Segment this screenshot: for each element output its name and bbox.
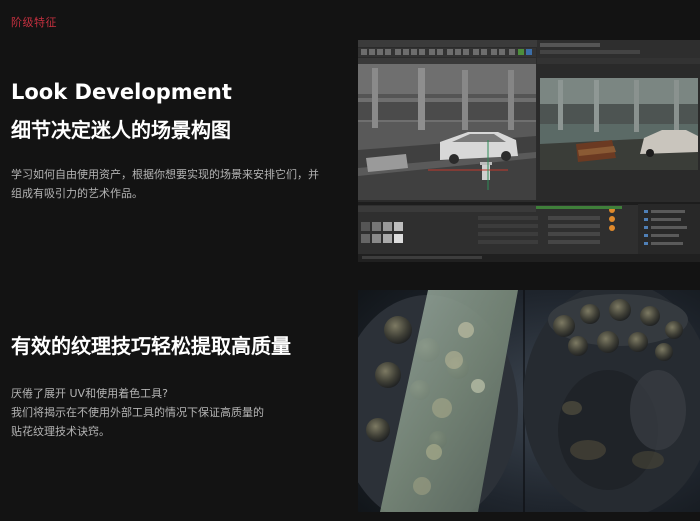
texture-closeup-image bbox=[358, 290, 700, 512]
feature2-description: 厌倦了展开 UV和使用着色工具? 我们将揭示在不使用外部工具的情况下保证高质量的… bbox=[11, 384, 264, 441]
section-tag: 阶级特征 bbox=[11, 16, 57, 29]
feature1-description: 学习如何自由使用资产，根据你想要实现的场景来安排它们，并 组成有吸引力的艺术作品… bbox=[11, 165, 319, 203]
texture-comparison-image bbox=[358, 290, 700, 512]
feature2-desc-line: 我们将揭示在不使用外部工具的情况下保证高质量的 bbox=[11, 406, 264, 419]
look-development-screenshot bbox=[358, 40, 700, 262]
feature2-desc-line: 贴花纹理技术诀窍。 bbox=[11, 425, 110, 438]
feature1-desc-line: 组成有吸引力的艺术作品。 bbox=[11, 187, 143, 200]
feature1-desc-line: 学习如何自由使用资产，根据你想要实现的场景来安排它们，并 bbox=[11, 168, 319, 181]
feature2-title: 有效的纹理技巧轻松提取高质量 bbox=[11, 334, 291, 358]
feature2-desc-line: 厌倦了展开 UV和使用着色工具? bbox=[11, 387, 168, 400]
3d-app-screenshot-image bbox=[358, 40, 700, 262]
feature1-title-en: Look Development bbox=[11, 80, 232, 104]
feature1-title-cn: 细节决定迷人的场景构图 bbox=[11, 118, 231, 142]
